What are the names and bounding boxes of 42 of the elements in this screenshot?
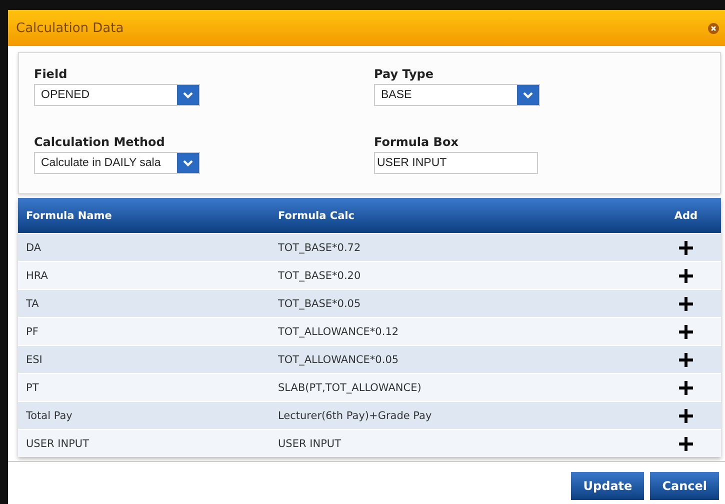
table-cell-text: TA bbox=[25, 298, 40, 310]
table-cell-text: DA bbox=[25, 242, 42, 254]
table-cell-text: TOT_ALLOWANCE*0.12 bbox=[277, 326, 400, 338]
chevron-down-icon bbox=[177, 153, 199, 173]
table-cell-text: USER INPUT bbox=[25, 438, 90, 450]
window-title: Calculation Data bbox=[16, 20, 124, 36]
table-cell-text: ESI bbox=[25, 354, 44, 366]
field-label: Pay Type bbox=[374, 67, 434, 81]
chevron-down-icon bbox=[517, 85, 539, 105]
input-field[interactable]: USER INPUT bbox=[374, 152, 538, 174]
add-button[interactable] bbox=[679, 324, 693, 338]
add-button[interactable] bbox=[679, 436, 693, 450]
cancel-button[interactable]: Cancel bbox=[650, 472, 719, 500]
field-label: Calculation Method bbox=[34, 135, 165, 149]
table-cell-text: TOT_BASE*0.72 bbox=[277, 242, 362, 254]
column-header: Formula Name bbox=[25, 210, 113, 222]
table-cell-text: TOT_BASE*0.05 bbox=[277, 298, 362, 310]
table-cell-text: USER INPUT bbox=[277, 438, 342, 450]
add-button[interactable] bbox=[679, 240, 693, 254]
table-cell-text: TOT_BASE*0.20 bbox=[277, 270, 362, 282]
table-cell-text: SLAB(PT,TOT_ALLOWANCE) bbox=[277, 382, 422, 394]
add-button[interactable] bbox=[679, 352, 693, 366]
field-label: Formula Box bbox=[374, 135, 458, 149]
add-button[interactable] bbox=[679, 296, 693, 310]
dropdown[interactable]: Calculate in DAILY sala bbox=[34, 152, 200, 174]
dropdown[interactable]: OPENED bbox=[34, 84, 200, 106]
table-cell-text: HRA bbox=[25, 270, 49, 282]
add-button[interactable] bbox=[679, 268, 693, 282]
table-cell-text: Total Pay bbox=[25, 410, 74, 422]
add-button[interactable] bbox=[679, 408, 693, 422]
column-header: Formula Calc bbox=[277, 210, 356, 222]
chevron-down-icon bbox=[177, 85, 199, 105]
table-cell-text: Lecturer(6th Pay)+Grade Pay bbox=[277, 410, 433, 422]
table-cell-text: PF bbox=[25, 326, 40, 338]
close-icon[interactable] bbox=[708, 22, 719, 34]
table-cell-text: TOT_ALLOWANCE*0.05 bbox=[277, 354, 400, 366]
add-button[interactable] bbox=[679, 380, 693, 394]
table-cell-text: PT bbox=[25, 382, 40, 394]
update-button[interactable]: Update bbox=[571, 472, 644, 500]
dropdown[interactable]: BASE bbox=[374, 84, 540, 106]
field-label: Field bbox=[34, 67, 68, 81]
column-header: Add bbox=[673, 210, 699, 222]
